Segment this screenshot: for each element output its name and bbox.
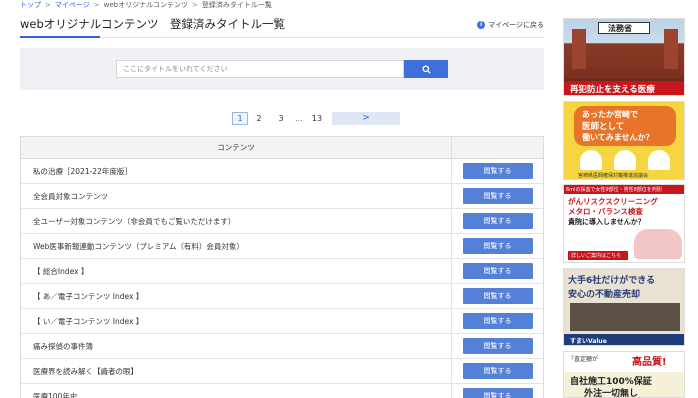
building-towers [572, 29, 586, 69]
pagination: 1 2 3 … 13 > [232, 112, 400, 125]
doctor-illustration [614, 150, 636, 170]
page-link-3[interactable]: 3 [270, 112, 292, 125]
content-title: Web医事新報連動コンテンツ（プレミアム（有料）会員対象） [20, 233, 452, 259]
ad-banner-miyazaki[interactable]: あったか宮崎で 医師として 働いてみませんか？ 宮崎県医師確保対策推進協議会 [563, 101, 685, 180]
table-row: 痛み探偵の事件簿 閲覧する [20, 333, 544, 359]
search-icon [421, 64, 431, 74]
page-link-2[interactable]: 2 [248, 112, 270, 125]
page-current[interactable]: 1 [232, 112, 248, 125]
content-title: 医療100年史 [20, 383, 452, 398]
page-link-last[interactable]: 13 [306, 112, 328, 125]
ad4-company-grid [570, 303, 680, 331]
ad5-line4: 外注一切無し [584, 389, 639, 398]
view-button[interactable]: 閲覧する [462, 188, 533, 204]
ad4-line2: 安心の不動産売却 [568, 290, 641, 300]
page-title: webオリジナルコンテンツ 登録済みタイトル一覧 [20, 17, 286, 31]
ad-banner-moj[interactable]: 法務省 再犯防止を支える医療 [563, 18, 685, 96]
content-title: 全ユーザー対象コンテンツ（非会員でもご覧いただけます） [20, 208, 452, 234]
view-button[interactable]: 閲覧する [462, 263, 533, 279]
table-row: 私の治療［2021-22年度版］ 閲覧する [20, 158, 544, 184]
search-panel [20, 48, 544, 90]
ad3-line4: 貴院に導入しませんか？ [568, 218, 645, 226]
table-row: 全会員対象コンテンツ 閲覧する [20, 183, 544, 209]
view-button[interactable]: 閲覧する [462, 238, 533, 254]
info-icon: i [477, 21, 486, 29]
ad-banner-real-estate[interactable]: 大手6社だけができる 安心の不動産売却 すまいValue [563, 268, 685, 346]
content-title: 【 あ／電子コンテンツ Index 】 [20, 283, 452, 309]
view-button[interactable]: 閲覧する [462, 363, 533, 379]
ad1-caption: 再犯防止を支える医療 [570, 85, 655, 95]
doctor-illustration [648, 150, 670, 170]
building-towers [664, 29, 678, 69]
table-header-row: コンテンツ [20, 136, 544, 159]
table-row: 全ユーザー対象コンテンツ（非会員でもご覧いただけます） 閲覧する [20, 208, 544, 234]
view-button[interactable]: 閲覧する [462, 388, 533, 398]
view-button[interactable]: 閲覧する [462, 213, 533, 229]
table-row: 【 総合Index 】 閲覧する [20, 258, 544, 284]
table-row: Web医事新報連動コンテンツ（プレミアム（有料）会員対象） 閲覧する [20, 233, 544, 259]
table-row: 【 い／電子コンテンツ Index 】 閲覧する [20, 308, 544, 334]
content-title: 【 い／電子コンテンツ Index 】 [20, 308, 452, 334]
table-row: 【 あ／電子コンテンツ Index 】 閲覧する [20, 283, 544, 309]
ad3-line3: メタロ・バランス検査 [568, 207, 643, 216]
view-button[interactable]: 閲覧する [462, 288, 533, 304]
page-ellipsis: … [295, 114, 303, 123]
table-row: 医療100年史 閲覧する [20, 383, 544, 398]
view-button[interactable]: 閲覧する [462, 313, 533, 329]
table-row: 医療界を読み解く【識者の眼】 閲覧する [20, 358, 544, 384]
content-title: 私の治療［2021-22年度版］ [20, 158, 452, 184]
ad2-sponsor: 宮崎県医師確保対策推進協議会 [578, 173, 649, 179]
breadcrumb-mypage-link[interactable]: マイページ [55, 0, 90, 10]
ad4-line1: 大手6社だけができる [568, 276, 656, 286]
ad3-link: 詳しいご案内はこちら [571, 253, 622, 259]
breadcrumb-separator: > [191, 1, 198, 9]
ad5-line1: 「査定額が [568, 356, 599, 363]
ad5-line2: 高品質! [632, 357, 667, 368]
breadcrumb-web-original: webオリジナルコンテンツ [103, 1, 188, 9]
ad-banner-painting[interactable]: 「査定額が 高品質! 自社施工100%保証 外注一切無し [563, 351, 685, 398]
content-title: 痛み探偵の事件簿 [20, 333, 452, 359]
back-to-mypage-label: マイページに戻る [488, 21, 544, 29]
back-to-mypage-link[interactable]: i マイページに戻る [477, 20, 544, 30]
breadcrumb-top-link[interactable]: トップ [20, 0, 41, 10]
breadcrumb-separator: > [45, 1, 51, 9]
content-title: 全会員対象コンテンツ [20, 183, 452, 209]
view-button[interactable]: 閲覧する [462, 338, 533, 354]
breadcrumb-current: 登録済みタイトル一覧 [201, 1, 272, 9]
table-header-action [451, 136, 544, 159]
ad3-image [634, 229, 682, 259]
ad3-line1: 6mlの採血で女性9部位・男性8部位を判別 [566, 187, 662, 193]
content-table: コンテンツ 私の治療［2021-22年度版］ 閲覧する 全会員対象コンテンツ 閲… [20, 136, 544, 398]
ad4-brand: すまいValue [570, 338, 607, 345]
page-next-button[interactable]: > [332, 112, 400, 125]
ad2-line3: 働いてみませんか？ [582, 133, 654, 142]
search-input[interactable] [116, 60, 404, 78]
ad2-line1: あったか宮崎で [582, 110, 638, 119]
breadcrumb: トップ > マイページ > webオリジナルコンテンツ > 登録済みタイトル一覧 [20, 0, 272, 10]
ad-banner-metallo[interactable]: 6mlの採血で女性9部位・男性8部位を判別 がんリスクスクリーニング メタロ・バ… [563, 184, 685, 263]
content-title: 医療界を読み解く【識者の眼】 [20, 358, 452, 384]
title-underline [20, 36, 100, 38]
moj-title: 法務省 [608, 24, 632, 33]
ad2-line2: 医師として [582, 122, 625, 132]
breadcrumb-separator: > [93, 1, 100, 9]
search-button[interactable] [404, 60, 448, 78]
view-button[interactable]: 閲覧する [462, 163, 533, 179]
title-row: webオリジナルコンテンツ 登録済みタイトル一覧 i マイページに戻る [20, 14, 544, 38]
table-header-contents: コンテンツ [20, 136, 452, 159]
doctor-illustration [580, 150, 602, 170]
content-title: 【 総合Index 】 [20, 258, 452, 284]
